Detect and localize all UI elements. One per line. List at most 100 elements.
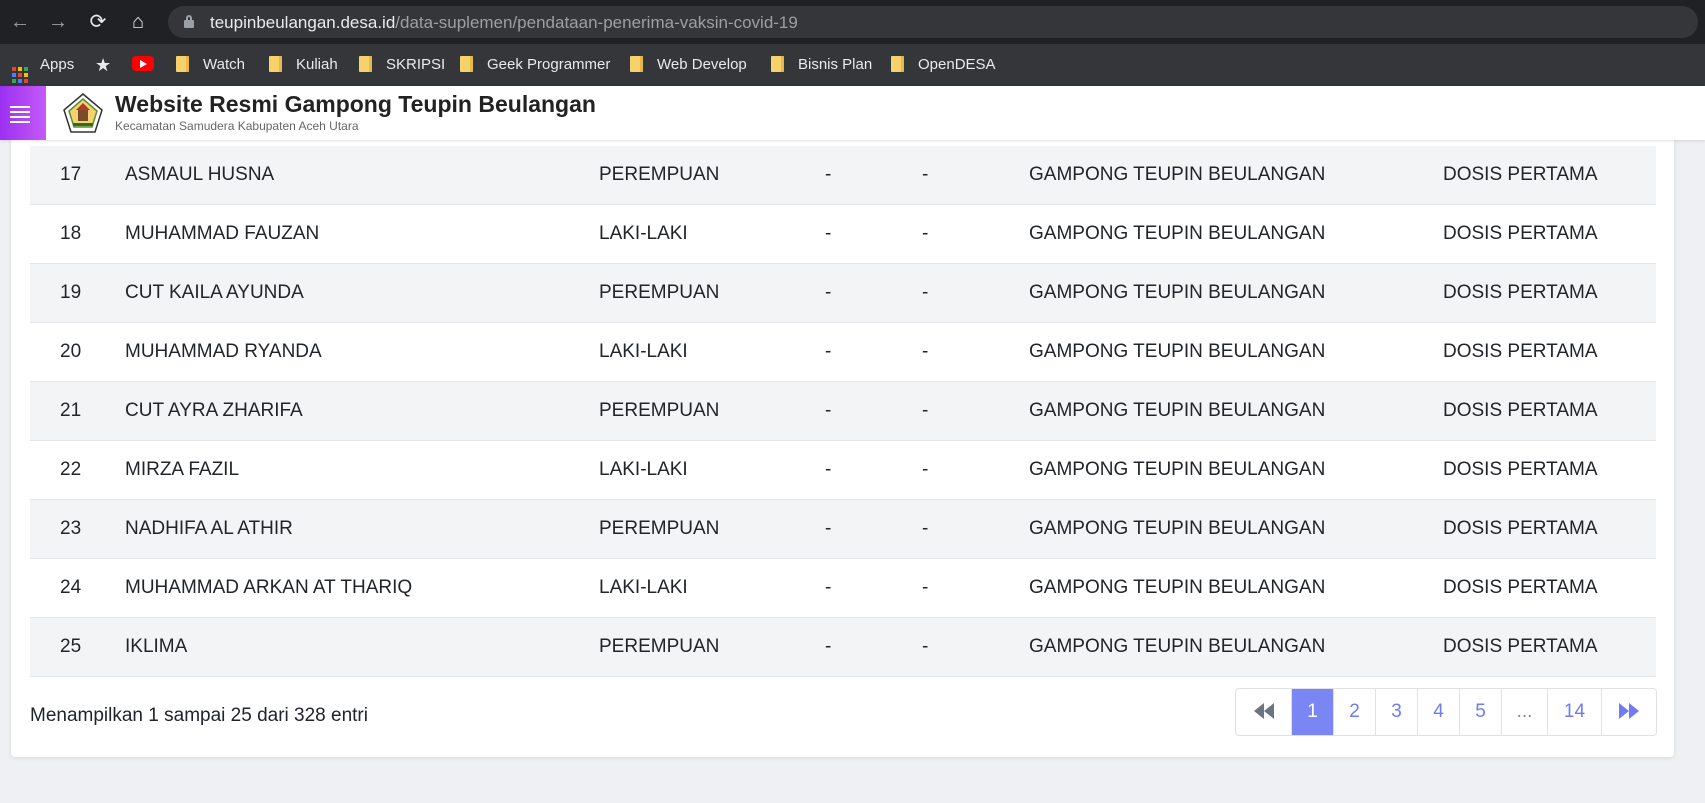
reload-icon[interactable]: ⟳ (84, 8, 112, 36)
cell-no: 18 (60, 223, 82, 244)
cell-col-b: - (922, 400, 929, 421)
cell-dose-status: DOSIS PERTAMA (1443, 164, 1598, 185)
bookmark-youtube[interactable] (132, 54, 154, 76)
apps-grid-icon (12, 67, 28, 83)
browser-toolbar: ← → ⟳ ⌂ teupinbeulangan.desa.id/data-sup… (0, 0, 1705, 44)
cell-no: 24 (60, 577, 82, 598)
bookmark-opendesa[interactable]: OpenDESA (891, 54, 996, 76)
cell-village: GAMPONG TEUPIN BEULANGAN (1029, 459, 1326, 480)
bookmark-star[interactable]: ★ (95, 54, 111, 76)
table-row: 23 NADHIFA AL ATHIR PEREMPUAN - - GAMPONG TEU… (30, 500, 1656, 559)
url-text[interactable]: teupinbeulangan.desa.id/data-suplemen/pe… (210, 13, 798, 33)
table-row: 19 CUT KAILA AYUNDA PEREMPUAN - - GAMPONG TEU… (30, 264, 1656, 323)
cell-gender: LAKI-LAKI (599, 341, 688, 362)
site-title: Website Resmi Gampong Teupin Beulangan (115, 91, 596, 117)
folder-icon (630, 56, 643, 72)
bookmark-label: SKRIPSI (386, 56, 446, 73)
bookmark-apps[interactable]: Apps (12, 54, 74, 83)
cell-village: GAMPONG TEUPIN BEULANGAN (1029, 164, 1326, 185)
home-icon[interactable]: ⌂ (124, 8, 152, 36)
bookmark-web-develop[interactable]: Web Develop (630, 54, 747, 76)
bookmark-kuliah[interactable]: Kuliah (269, 54, 338, 76)
cell-no: 23 (60, 518, 82, 539)
cell-name: CUT AYRA ZHARIFA (125, 400, 303, 421)
cell-col-b: - (922, 577, 929, 598)
cell-gender: LAKI-LAKI (599, 459, 688, 480)
vaccine-recipient-table: 17 ASMAUL HUSNA PEREMPUAN - - GAMPONG TEUPIN … (30, 146, 1656, 677)
cell-name: MUHAMMAD ARKAN AT THARIQ (125, 577, 413, 598)
cell-dose-status: DOSIS PERTAMA (1443, 400, 1598, 421)
star-icon: ★ (95, 55, 112, 75)
lock-icon[interactable] (184, 15, 194, 28)
table-info: Menampilkan 1 sampai 25 dari 328 entri (30, 705, 368, 726)
menu-toggle-button[interactable] (0, 86, 46, 140)
cell-col-a: - (825, 282, 832, 303)
cell-village: GAMPONG TEUPIN BEULANGAN (1029, 518, 1326, 539)
cell-dose-status: DOSIS PERTAMA (1443, 282, 1598, 303)
pagination: 1 2 3 4 5 ... 14 (1235, 688, 1657, 736)
bookmark-watch[interactable]: Watch (176, 54, 245, 76)
page-button-5[interactable]: 5 (1460, 689, 1502, 735)
page-button-2[interactable]: 2 (1334, 689, 1376, 735)
forward-arrow-icon[interactable]: → (44, 8, 72, 36)
cell-gender: PEREMPUAN (599, 636, 720, 657)
cell-no: 19 (60, 282, 82, 303)
cell-village: GAMPONG TEUPIN BEULANGAN (1029, 400, 1326, 421)
table-row: 17 ASMAUL HUSNA PEREMPUAN - - GAMPONG TEUPIN … (30, 146, 1656, 205)
cell-village: GAMPONG TEUPIN BEULANGAN (1029, 223, 1326, 244)
table-row: 24 MUHAMMAD ARKAN AT THARIQ LAKI-LAKI - - GAM… (30, 559, 1656, 618)
cell-col-b: - (922, 282, 929, 303)
cell-gender: PEREMPUAN (599, 400, 720, 421)
table-row: 21 CUT AYRA ZHARIFA PEREMPUAN - - GAMPONG TEU… (30, 382, 1656, 441)
cell-col-a: - (825, 400, 832, 421)
folder-icon (891, 56, 904, 72)
cell-gender: PEREMPUAN (599, 518, 720, 539)
address-bar[interactable]: teupinbeulangan.desa.id/data-suplemen/pe… (168, 6, 1698, 38)
cell-col-b: - (922, 223, 929, 244)
cell-dose-status: DOSIS PERTAMA (1443, 518, 1598, 539)
village-logo[interactable] (62, 92, 104, 134)
cell-no: 20 (60, 341, 82, 362)
first-page-button[interactable] (1236, 689, 1292, 735)
cell-village: GAMPONG TEUPIN BEULANGAN (1029, 636, 1326, 657)
cell-dose-status: DOSIS PERTAMA (1443, 223, 1598, 244)
cell-name: MUHAMMAD RYANDA (125, 341, 322, 362)
cell-village: GAMPONG TEUPIN BEULANGAN (1029, 577, 1326, 598)
site-subtitle: Kecamatan Samudera Kabupaten Aceh Utara (115, 119, 359, 133)
cell-col-a: - (825, 223, 832, 244)
cell-dose-status: DOSIS PERTAMA (1443, 341, 1598, 362)
cell-col-b: - (922, 636, 929, 657)
url-path: /data-suplemen/pendataan-penerima-vaksin… (395, 13, 798, 32)
cell-name: MUHAMMAD FAUZAN (125, 223, 320, 244)
page-button-3[interactable]: 3 (1376, 689, 1418, 735)
bookmark-geek-programmer[interactable]: Geek Programmer (460, 54, 610, 76)
cell-gender: PEREMPUAN (599, 164, 720, 185)
cell-no: 17 (60, 164, 82, 185)
cell-col-a: - (825, 577, 832, 598)
page-button-14[interactable]: 14 (1548, 689, 1602, 735)
cell-name: ASMAUL HUSNA (125, 164, 275, 185)
bookmark-bisnis-plan[interactable]: Bisnis Plan (771, 54, 872, 76)
folder-icon (359, 56, 372, 72)
cell-gender: PEREMPUAN (599, 282, 720, 303)
cell-dose-status: DOSIS PERTAMA (1443, 636, 1598, 657)
cell-col-b: - (922, 518, 929, 539)
back-arrow-icon[interactable]: ← (6, 8, 34, 36)
last-page-button[interactable] (1602, 689, 1656, 735)
cell-gender: LAKI-LAKI (599, 577, 688, 598)
bookmark-label: Watch (203, 56, 245, 73)
site-header: Website Resmi Gampong Teupin Beulangan K… (0, 86, 1705, 140)
cell-col-a: - (825, 636, 832, 657)
bookmark-skripsi[interactable]: SKRIPSI (359, 54, 445, 76)
cell-col-a: - (825, 164, 832, 185)
bookmark-label: Bisnis Plan (798, 56, 873, 73)
table-row: 22 MIRZA FAZIL LAKI-LAKI - - GAMPONG TEUPIN B… (30, 441, 1656, 500)
youtube-icon (132, 56, 154, 71)
bookmarks-bar: Apps ★ Watch Kuliah SKRIPSI Geek Program… (0, 44, 1705, 86)
page-button-1[interactable]: 1 (1292, 689, 1334, 735)
cell-name: NADHIFA AL ATHIR (125, 518, 293, 539)
page-button-4[interactable]: 4 (1418, 689, 1460, 735)
cell-gender: LAKI-LAKI (599, 223, 688, 244)
bookmark-label: Web Develop (657, 56, 747, 73)
cell-no: 21 (60, 400, 82, 421)
